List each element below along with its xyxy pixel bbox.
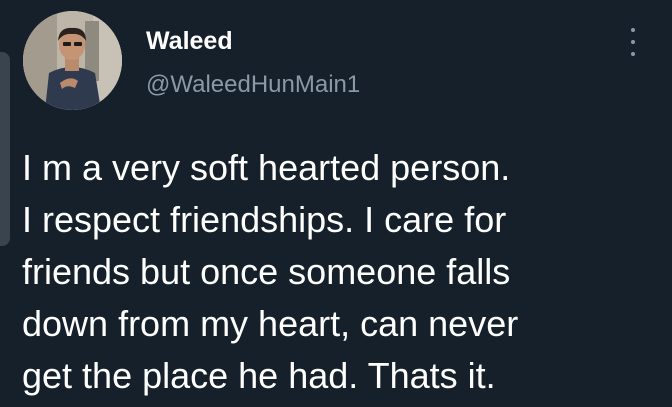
tweet-text: I m a very soft hearted person. I respec… (22, 142, 662, 402)
more-vertical-icon (631, 40, 635, 44)
avatar[interactable] (23, 11, 122, 110)
tweet-text-line: I m a very soft hearted person. (22, 147, 511, 188)
tweet-text-line: get the place he had. Thats it. (22, 355, 496, 396)
tweet-text-line: down from my heart, can never (22, 303, 519, 344)
edge-panel-handle[interactable] (0, 52, 10, 246)
tweet-text-line: friends but once someone falls (22, 251, 511, 292)
more-vertical-icon (631, 52, 635, 56)
avatar-photo (23, 11, 122, 110)
author-display-name[interactable]: Waleed (146, 26, 233, 56)
author-handle[interactable]: @WaleedHunMain1 (146, 70, 360, 100)
tweet-text-line: I respect friendships. I care for (22, 199, 507, 240)
more-options-button[interactable] (625, 26, 641, 58)
more-vertical-icon (631, 28, 635, 32)
